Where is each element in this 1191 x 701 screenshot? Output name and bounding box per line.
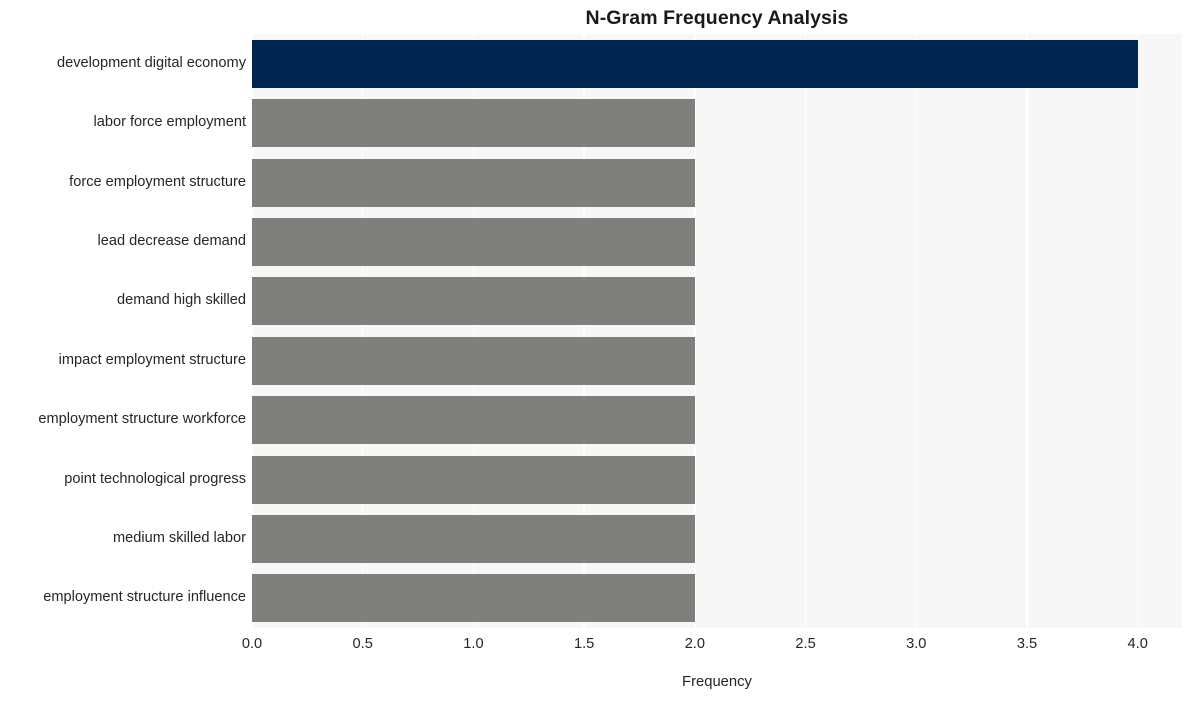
y-tick-label: lead decrease demand [97, 232, 246, 249]
y-tick-label: force employment structure [69, 173, 246, 190]
x-tick-label: 0.0 [241, 636, 263, 652]
x-tick-label: 2.0 [684, 636, 705, 652]
plot-area [252, 34, 1182, 628]
bar [252, 217, 695, 266]
gridline-x-5 [804, 34, 807, 628]
bar [252, 514, 695, 563]
x-axis-title: Frequency [682, 674, 752, 690]
chart-title: N-Gram Frequency Analysis [585, 7, 849, 29]
y-tick-label: demand high skilled [117, 292, 246, 309]
bar [252, 574, 695, 623]
bar [252, 336, 695, 385]
bar [252, 39, 1138, 88]
bar [252, 396, 695, 445]
gridline-x-7 [1026, 34, 1028, 628]
y-tick-label: labor force employment [93, 114, 247, 131]
bar [252, 99, 695, 148]
bar [252, 277, 695, 326]
gridline-x-6 [915, 34, 917, 628]
chart-figure: N-Gram Frequency Analysis development di… [0, 0, 1191, 701]
gridline-x-8 [1137, 34, 1139, 628]
bar [252, 158, 695, 207]
bar [252, 455, 695, 504]
x-tick-label: 2.5 [795, 636, 816, 652]
y-axis-tick-labels: development digital economy labor force e… [0, 34, 246, 628]
x-tick-label: 3.0 [906, 636, 927, 652]
x-tick-label: 1.5 [573, 636, 595, 652]
x-axis-tick-labels: 0.0 0.5 1.0 1.5 2.0 2.5 3.0 3.5 4.0 [0, 634, 1191, 658]
y-tick-label: impact employment structure [58, 351, 246, 368]
x-tick-label: 0.5 [352, 636, 373, 652]
x-tick-label: 3.5 [1016, 636, 1038, 652]
y-tick-label: medium skilled labor [112, 529, 246, 546]
y-tick-label: development digital economy [56, 54, 246, 71]
y-tick-label: employment structure workforce [38, 411, 246, 428]
x-tick-label: 4.0 [1127, 636, 1148, 652]
y-tick-label: point technological progress [64, 470, 246, 487]
x-tick-label: 1.0 [463, 636, 484, 652]
y-tick-label: employment structure influence [43, 589, 246, 606]
